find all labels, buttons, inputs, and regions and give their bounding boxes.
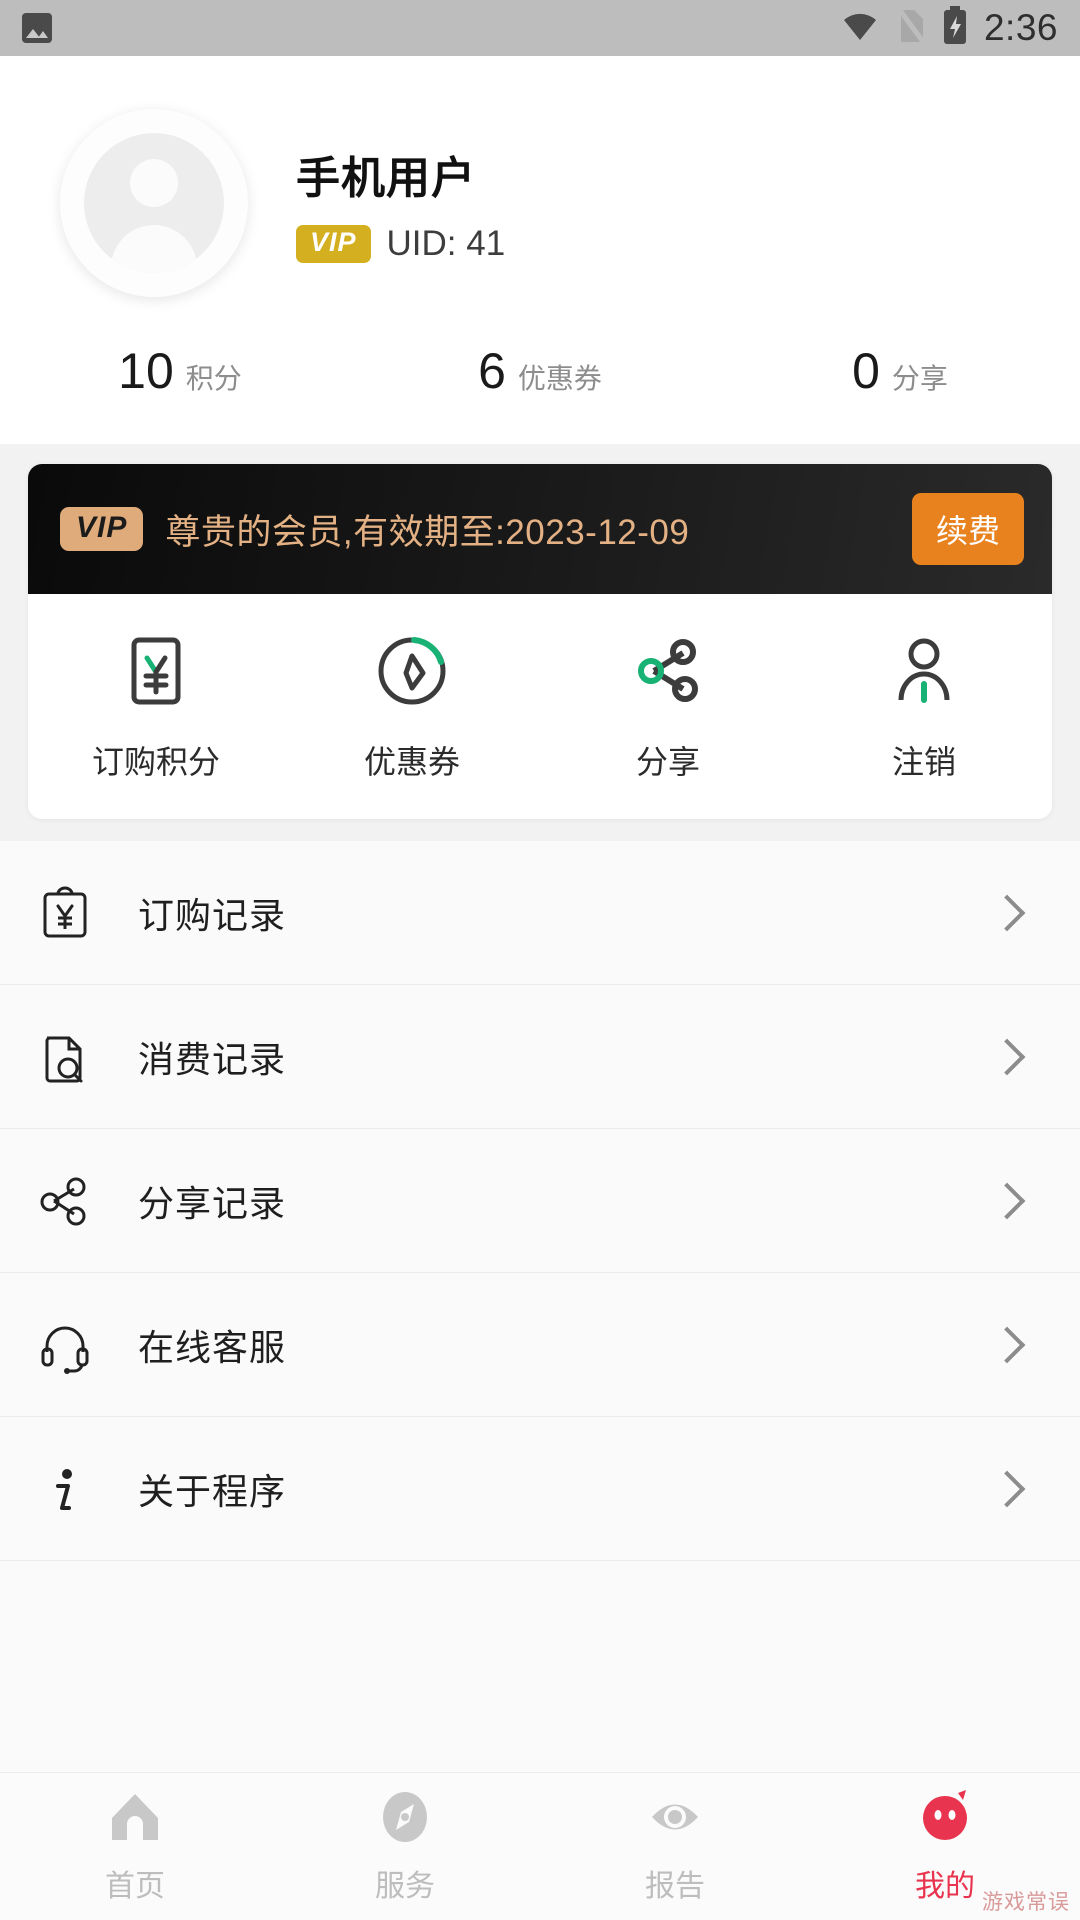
profile-icon xyxy=(914,1788,976,1851)
quick-actions-row: 订购积分 优惠券 分享 注销 xyxy=(28,594,1052,819)
menu-item-label: 订购记录 xyxy=(138,894,287,936)
chevron-right-icon xyxy=(988,1326,1026,1363)
tab-services[interactable]: 服务 xyxy=(270,1788,540,1905)
chevron-right-icon xyxy=(988,1470,1026,1507)
stat-value: 0 xyxy=(852,343,880,399)
battery-charging-icon xyxy=(942,5,968,51)
menu-item-about[interactable]: 关于程序 xyxy=(0,1417,1080,1561)
stat-value: 6 xyxy=(478,343,506,399)
menu-item-order-records[interactable]: 订购记录 xyxy=(0,841,1080,985)
stats-row: 10 积分 6 优惠券 0 分享 xyxy=(0,308,1080,444)
status-bar-right: 2:36 xyxy=(840,5,1058,51)
menu-item-online-support[interactable]: 在线客服 xyxy=(0,1273,1080,1417)
document-search-icon xyxy=(34,1028,96,1086)
quick-action-label: 订购积分 xyxy=(91,744,220,780)
stat-value: 10 xyxy=(118,343,174,399)
menu-item-consumption-records[interactable]: 消费记录 xyxy=(0,985,1080,1129)
vip-expiry-text: 尊贵的会员,有效期至:2023-12-09 xyxy=(165,512,690,552)
tab-label: 报告 xyxy=(645,1870,705,1903)
menu-item-label: 关于程序 xyxy=(138,1470,287,1512)
status-bar-left xyxy=(22,13,52,43)
stat-label: 积分 xyxy=(185,363,242,394)
info-icon xyxy=(34,1460,96,1518)
yen-card-icon xyxy=(117,632,195,715)
person-placeholder-icon xyxy=(84,133,224,273)
quick-action-order-points[interactable]: 订购积分 xyxy=(28,632,284,783)
wifi-icon xyxy=(840,10,880,47)
menu-item-label: 消费记录 xyxy=(138,1038,287,1080)
menu-list: 订购记录 消费记录 分享记录 在线客服 关于程序 xyxy=(0,841,1080,1772)
vip-banner-badge: VIP xyxy=(60,507,144,551)
vip-badge: VIP xyxy=(296,225,371,263)
renew-button[interactable]: 续费 xyxy=(911,493,1024,565)
avatar[interactable] xyxy=(60,109,248,297)
stat-label: 优惠券 xyxy=(517,363,602,394)
bottom-tab-bar: 首页 服务 报告 我的 游戏常误 xyxy=(0,1772,1080,1920)
quick-action-label: 优惠券 xyxy=(363,744,460,780)
stat-coupons[interactable]: 6 优惠券 xyxy=(360,342,720,400)
quick-action-coupon[interactable]: 优惠券 xyxy=(284,632,540,783)
compass-icon xyxy=(374,1788,436,1851)
tab-home[interactable]: 首页 xyxy=(0,1788,270,1905)
stat-points[interactable]: 10 积分 xyxy=(0,342,360,400)
status-bar: 2:36 xyxy=(0,0,1080,56)
quick-action-label: 注销 xyxy=(891,744,956,780)
chevron-right-icon xyxy=(988,894,1026,931)
profile-card: 手机用户 VIP UID: 41 10 积分 6 优惠券 0 分享 xyxy=(0,56,1080,444)
quick-action-logout[interactable]: 注销 xyxy=(796,632,1052,783)
phone-screen: 2:36 手机用户 VIP UID: 41 10 积分 6 优惠券 0 分享 V… xyxy=(0,0,1080,1920)
stat-label: 分享 xyxy=(891,363,948,394)
tab-reports[interactable]: 报告 xyxy=(540,1788,810,1905)
watermark: 游戏常误 xyxy=(982,1891,1070,1914)
coupon-compass-icon xyxy=(373,632,451,715)
logout-person-icon xyxy=(885,632,963,715)
page-title: 手机用户 xyxy=(296,154,476,203)
home-icon xyxy=(104,1788,166,1851)
clipboard-yen-icon xyxy=(34,884,96,942)
profile-info: 手机用户 VIP UID: 41 xyxy=(296,142,505,264)
vip-panel: VIP 尊贵的会员,有效期至:2023-12-09 续费 订购积分 优惠券 分享… xyxy=(28,464,1052,819)
photo-icon xyxy=(22,13,52,43)
vip-banner: VIP 尊贵的会员,有效期至:2023-12-09 续费 xyxy=(28,464,1052,594)
headset-icon xyxy=(34,1316,96,1374)
profile-header[interactable]: 手机用户 VIP UID: 41 xyxy=(0,98,1080,308)
sim-off-icon xyxy=(896,7,926,50)
status-bar-clock: 2:36 xyxy=(983,7,1058,48)
eye-icon xyxy=(644,1788,706,1851)
stat-shares[interactable]: 0 分享 xyxy=(720,342,1080,400)
quick-action-share[interactable]: 分享 xyxy=(540,632,796,783)
menu-item-label: 在线客服 xyxy=(138,1326,287,1368)
chevron-right-icon xyxy=(988,1182,1026,1219)
tab-label: 服务 xyxy=(375,1870,435,1903)
share-nodes-icon xyxy=(34,1172,96,1230)
share-nodes-icon xyxy=(629,632,707,715)
chevron-right-icon xyxy=(988,1038,1026,1075)
tab-label: 首页 xyxy=(105,1870,165,1903)
uid-row: VIP UID: 41 xyxy=(296,224,505,264)
menu-item-label: 分享记录 xyxy=(138,1182,287,1224)
uid-text: UID: 41 xyxy=(386,224,506,263)
quick-action-label: 分享 xyxy=(635,744,700,780)
tab-label: 我的 xyxy=(915,1870,975,1903)
menu-item-share-records[interactable]: 分享记录 xyxy=(0,1129,1080,1273)
